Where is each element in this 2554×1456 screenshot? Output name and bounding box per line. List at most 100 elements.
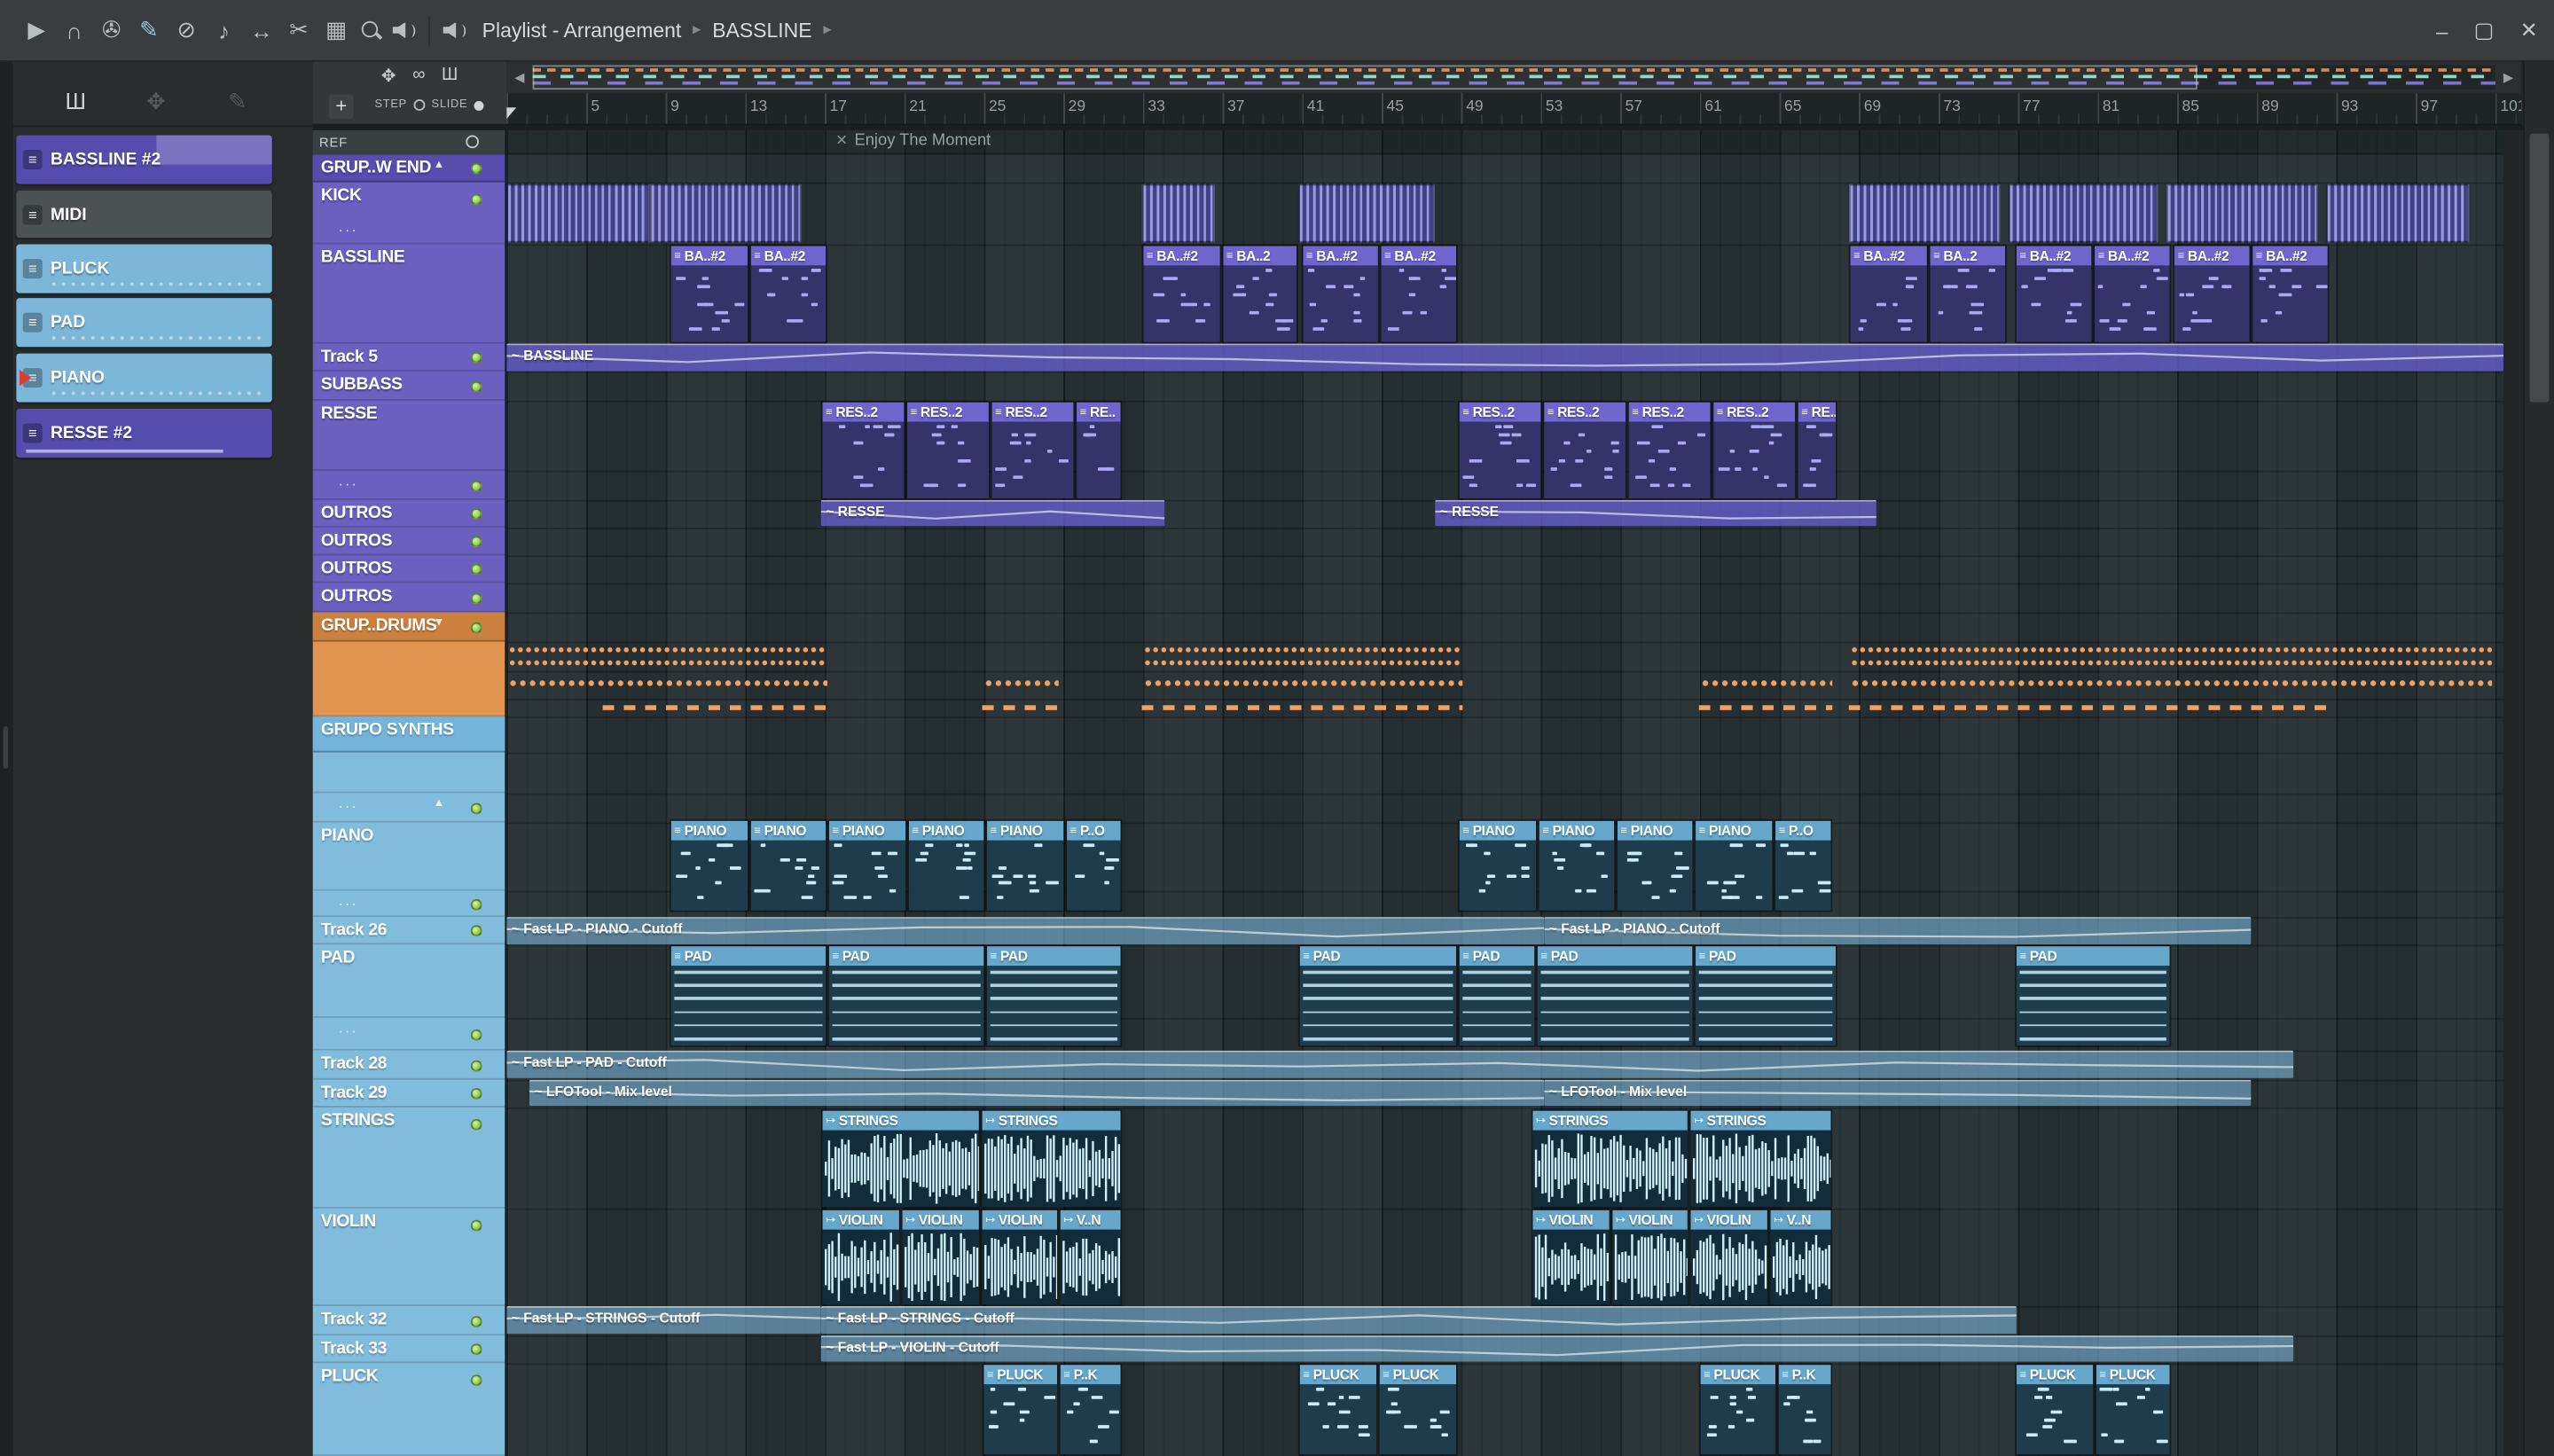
clip-dots2[interactable]	[506, 641, 828, 669]
clip-audio-strings[interactable]: ↦ STRINGS	[1688, 1108, 1833, 1209]
clip-midi-piano[interactable]: ≡ PIANO	[669, 818, 749, 912]
track-header-subbass[interactable]: SUBBASS	[313, 372, 505, 401]
clip-dots2[interactable]	[1848, 641, 2493, 669]
playhead-start-marker[interactable]	[506, 107, 517, 120]
clip-dash[interactable]	[602, 700, 828, 716]
draw-dim-icon[interactable]: ✎	[228, 88, 247, 115]
clip-pad-pad[interactable]: ≡ PAD	[2015, 944, 2172, 1048]
track-header-track-28[interactable]: Track 28	[313, 1051, 505, 1080]
clip-midi-res-2[interactable]: ≡ RES..2	[905, 400, 991, 500]
clip-audio-strings[interactable]: ↦ STRINGS	[1531, 1108, 1689, 1209]
track-header-track-32[interactable]: Track 32	[313, 1306, 505, 1335]
clip-kick[interactable]	[2008, 184, 2158, 243]
track-header-track-26[interactable]: Track 26	[313, 917, 505, 944]
clip-pad-pad[interactable]: ≡ PAD	[1694, 944, 1837, 1048]
clip-audio-strings[interactable]: ↦ STRINGS	[820, 1108, 981, 1209]
palette-item-resse-2[interactable]: ≡ RESSE #2	[16, 409, 272, 458]
clip-audio-strings[interactable]: ↦ STRINGS	[980, 1108, 1123, 1209]
track-mute-led[interactable]	[470, 1315, 482, 1327]
clip-midi-piano[interactable]: ≡ PIANO	[985, 818, 1066, 912]
playback-tool-icon[interactable]	[393, 20, 416, 40]
pan-dim-icon[interactable]: ✥	[146, 88, 166, 115]
track-mute-led[interactable]	[470, 802, 482, 814]
clip-auto-fast-lp-piano-cutoff[interactable]: ~ Fast LP - PIANO - Cutoff	[1544, 917, 2252, 945]
clip-auto-fast-lp-violin-cutoff[interactable]: ~ Fast LP - VIOLIN - Cutoff	[820, 1335, 2294, 1362]
clip-midi-pluck[interactable]: ≡ PLUCK	[1698, 1363, 1777, 1456]
close-button[interactable]: ✕	[2520, 18, 2538, 43]
clip-auto-bassline[interactable]: ~ BASSLINE	[506, 343, 2504, 372]
clip-kick[interactable]	[2325, 184, 2470, 243]
mute-tool-icon[interactable]: ⊘	[173, 16, 200, 43]
clip-auto-lfotool-mix-level[interactable]: ~ LFOTool - Mix level	[529, 1079, 1545, 1107]
clip-midi-ba-2[interactable]: ≡ BA..#2	[2015, 244, 2094, 344]
track-mute-led[interactable]	[470, 1343, 482, 1356]
minimize-button[interactable]: –	[2436, 19, 2448, 43]
picker-panel-icon[interactable]: Ш	[65, 88, 86, 114]
clip-midi-piano[interactable]: ≡ PIANO	[748, 818, 828, 912]
add-track-button[interactable]: +	[329, 94, 354, 120]
track-header-bassline[interactable]: BASSLINE	[313, 245, 505, 344]
clip-midi-ba-2[interactable]: ≡ BA..#2	[1141, 244, 1222, 344]
track-mute-led[interactable]	[470, 1219, 482, 1232]
clip-dots1[interactable]	[1848, 670, 2493, 689]
timeline-grid[interactable]: ✕ Enjoy The Moment ≡ BA..#2 ≡ BA..#2 ≡ BA..#2…	[506, 129, 2522, 1456]
vertical-scrollbar-thumb[interactable]	[2529, 133, 2550, 403]
track-mute-led[interactable]	[470, 351, 482, 364]
pan-tool-icon[interactable]: ✥	[381, 65, 396, 86]
clip-midi-ba-2[interactable]: ≡ BA..#2	[669, 244, 749, 344]
clip-midi-ba-2[interactable]: ≡ BA..#2	[1301, 244, 1380, 344]
navigator-view-rect[interactable]	[532, 65, 2198, 90]
navigator-left-icon[interactable]: ◀	[506, 70, 532, 85]
clip-audio-v-n[interactable]: ↦ V..N	[1768, 1208, 1833, 1307]
slice-tool-icon[interactable]: ✂	[285, 16, 312, 43]
breadcrumb-pattern[interactable]: BASSLINE	[712, 19, 811, 42]
clip-auto-fast-lp-piano-cutoff[interactable]: ~ Fast LP - PIANO - Cutoff	[506, 917, 1545, 945]
clip-midi-res-2[interactable]: ≡ RES..2	[1712, 400, 1797, 500]
clip-audio-violin[interactable]: ↦ VIOLIN	[1531, 1208, 1611, 1307]
maximize-button[interactable]: ▢	[2474, 18, 2495, 43]
clip-midi-ba-2[interactable]: ≡ BA..#2	[1379, 244, 1458, 344]
clip-pad-pad[interactable]: ≡ PAD	[1297, 944, 1458, 1048]
collapse-down-icon[interactable]: ▼	[434, 617, 445, 629]
clip-midi-ba-2[interactable]: ≡ BA..2	[1928, 244, 2007, 344]
palette-item-piano[interactable]: ≡ PIANO	[16, 353, 272, 403]
clip-midi-piano[interactable]: ≡ PIANO	[1537, 818, 1617, 912]
clip-auto-resse[interactable]: ~ RESSE	[820, 499, 1165, 527]
track-mute-led[interactable]	[470, 897, 482, 910]
clip-midi-pluck[interactable]: ≡ PLUCK	[1377, 1363, 1458, 1456]
group-header-grupo-synths[interactable]: GRUPO SYNTHS	[312, 716, 505, 753]
clip-midi-piano[interactable]: ≡ PIANO	[827, 818, 908, 912]
track-header-unnamed[interactable]	[313, 753, 505, 794]
clip-dots1[interactable]	[1698, 670, 1833, 689]
clip-audio-violin[interactable]: ↦ VIOLIN	[1610, 1208, 1689, 1307]
clip-dots2[interactable]	[1141, 641, 1463, 669]
track-mute-led[interactable]	[470, 1059, 482, 1071]
clip-dots1[interactable]	[982, 670, 1059, 689]
marker-close-icon[interactable]: ✕	[835, 132, 848, 150]
track-header-track-29[interactable]: Track 29	[313, 1080, 505, 1108]
track-header--[interactable]: ... ▲	[313, 793, 505, 822]
clip-kick[interactable]	[649, 184, 802, 243]
clip-dash[interactable]	[1141, 700, 1463, 716]
clip-midi-res-2[interactable]: ≡ RES..2	[1457, 400, 1543, 500]
clip-kick[interactable]	[2166, 184, 2318, 243]
clip-auto-fast-lp-strings-cutoff[interactable]: ~ Fast LP - STRINGS - Cutoff	[820, 1306, 2017, 1335]
clip-pad-pad[interactable]: ≡ PAD	[669, 944, 828, 1048]
palette-item-midi[interactable]: ≡ MIDI	[16, 190, 272, 239]
play-icon[interactable]: ▶	[23, 16, 51, 43]
track-header-violin[interactable]: VIOLIN	[313, 1209, 505, 1306]
clip-midi-re-[interactable]: ≡ RE..	[1796, 400, 1837, 500]
clip-midi-piano[interactable]: ≡ PIANO	[1616, 818, 1695, 912]
track-header-track-5[interactable]: Track 5	[313, 344, 505, 372]
clip-midi-p-k[interactable]: ≡ P..K	[1776, 1363, 1833, 1456]
headphones-icon[interactable]: ∩	[60, 17, 88, 43]
track-mute-led[interactable]	[470, 925, 482, 937]
clip-kick[interactable]	[1141, 184, 1216, 243]
track-header-kick[interactable]: KICK...	[313, 183, 505, 245]
clip-dots1[interactable]	[1141, 670, 1463, 689]
track-header-unnamed[interactable]	[313, 642, 505, 716]
track-header--[interactable]: ...	[313, 1018, 505, 1051]
collapse-up-icon[interactable]: ▲	[434, 798, 445, 810]
song-marker[interactable]: ✕ Enjoy The Moment	[835, 132, 991, 150]
palette-item-pluck[interactable]: ≡ PLUCK	[16, 244, 272, 294]
